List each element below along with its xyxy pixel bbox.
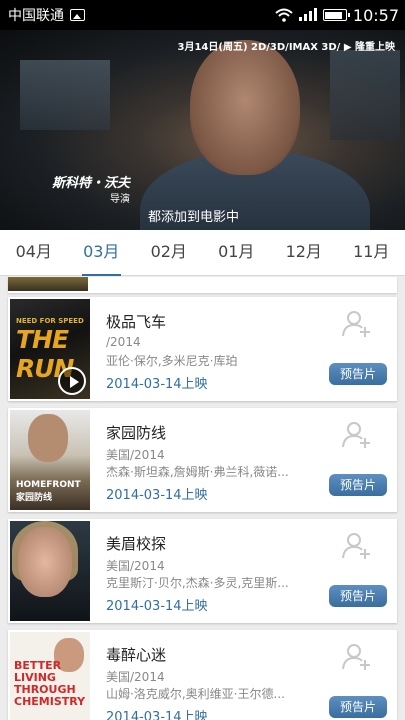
premiere-banner: 3月14日(周五) 2D/3D/IMAX 3D/ ▶ 隆重上映 bbox=[177, 42, 396, 53]
movie-title: 毒醉心迷 bbox=[106, 646, 167, 664]
image-notification-icon bbox=[70, 9, 85, 21]
background-monitor bbox=[20, 60, 110, 130]
carrier-label: 中国联通 bbox=[8, 8, 64, 24]
play-icon[interactable] bbox=[58, 367, 86, 395]
poster-figure bbox=[28, 414, 68, 462]
movie-poster[interactable] bbox=[10, 521, 90, 621]
trailer-button[interactable]: 预告片 bbox=[329, 696, 387, 718]
movie-meta: /2014 bbox=[106, 335, 141, 349]
signal-strength-icon bbox=[298, 8, 317, 21]
poster-text: NEED FOR SPEED bbox=[16, 317, 84, 325]
background-monitor bbox=[330, 50, 400, 140]
trailer-video-player[interactable]: 3月14日(周五) 2D/3D/IMAX 3D/ ▶ 隆重上映 斯科特・沃夫 导… bbox=[0, 30, 405, 230]
movie-title: 极品飞车 bbox=[106, 313, 167, 331]
wifi-icon bbox=[275, 8, 293, 22]
movie-cast: 亚伦·保尔,多米尼克·库珀 bbox=[106, 354, 238, 368]
movie-title: 美眉校探 bbox=[106, 535, 167, 553]
list-item[interactable] bbox=[8, 277, 397, 293]
movie-meta: 美国/2014 bbox=[106, 670, 165, 684]
poster bbox=[8, 277, 88, 291]
speaker-name: 斯科特・沃夫 bbox=[52, 176, 131, 191]
movie-list[interactable]: NEED FOR SPEED THE RUN 极品飞车 /2014 亚伦·保尔,… bbox=[0, 277, 405, 720]
movie-card[interactable]: BETTER LIVING THROUGH CHEMISTRY 毒醉心迷 美国/… bbox=[8, 630, 397, 720]
release-date: 2014-03-14上映 bbox=[106, 599, 208, 614]
speaker-role: 导演 bbox=[110, 194, 130, 205]
add-follow-icon[interactable] bbox=[341, 642, 371, 670]
tab-01[interactable]: 01月 bbox=[203, 230, 271, 275]
tab-12[interactable]: 12月 bbox=[270, 230, 338, 275]
trailer-button[interactable]: 预告片 bbox=[329, 585, 387, 607]
clock: 10:57 bbox=[352, 5, 399, 25]
movie-meta: 美国/2014 bbox=[106, 448, 165, 462]
movie-card[interactable]: NEED FOR SPEED THE RUN 极品飞车 /2014 亚伦·保尔,… bbox=[8, 297, 397, 401]
battery-icon bbox=[322, 9, 350, 21]
release-date: 2014-03-14上映 bbox=[106, 710, 208, 720]
movie-cast: 山姆·洛克威尔,奥利维亚·王尔德... bbox=[106, 687, 285, 701]
movie-title: 家园防线 bbox=[106, 424, 167, 442]
tab-04[interactable]: 04月 bbox=[0, 230, 68, 275]
movie-cast: 杰森·斯坦森,詹姆斯·弗兰科,薇诺... bbox=[106, 465, 289, 479]
trailer-button[interactable]: 预告片 bbox=[329, 363, 387, 385]
month-tabs: 04月 03月 02月 01月 12月 11月 bbox=[0, 230, 405, 276]
release-date: 2014-03-14上映 bbox=[106, 488, 208, 503]
movie-card[interactable]: 美眉校探 美国/2014 克里斯汀·贝尔,杰森·多灵,克里斯... 2014-0… bbox=[8, 519, 397, 623]
poster-text: HOMEFRONT 家园防线 bbox=[16, 480, 81, 503]
movie-poster[interactable]: BETTER LIVING THROUGH CHEMISTRY bbox=[10, 632, 90, 720]
poster-figure bbox=[18, 527, 72, 597]
add-follow-icon[interactable] bbox=[341, 531, 371, 559]
movie-poster[interactable]: HOMEFRONT 家园防线 bbox=[10, 410, 90, 510]
movie-meta: 美国/2014 bbox=[106, 559, 165, 573]
trailer-button[interactable]: 预告片 bbox=[329, 474, 387, 496]
movie-cast: 克里斯汀·贝尔,杰森·多灵,克里斯... bbox=[106, 576, 289, 590]
tab-03[interactable]: 03月 bbox=[68, 230, 136, 276]
video-subtitle: 都添加到电影中 bbox=[148, 210, 240, 225]
tab-11[interactable]: 11月 bbox=[338, 230, 405, 275]
movie-card[interactable]: HOMEFRONT 家园防线 家园防线 美国/2014 杰森·斯坦森,詹姆斯·弗… bbox=[8, 408, 397, 512]
movie-poster[interactable]: NEED FOR SPEED THE RUN bbox=[10, 299, 90, 399]
status-bar: 中国联通 10:57 bbox=[0, 0, 405, 30]
release-date: 2014-03-14上映 bbox=[106, 377, 208, 392]
tab-02[interactable]: 02月 bbox=[135, 230, 203, 275]
add-follow-icon[interactable] bbox=[341, 309, 371, 337]
interviewee-head bbox=[190, 40, 300, 175]
poster-text: BETTER LIVING THROUGH CHEMISTRY bbox=[14, 659, 86, 708]
add-follow-icon[interactable] bbox=[341, 420, 371, 448]
